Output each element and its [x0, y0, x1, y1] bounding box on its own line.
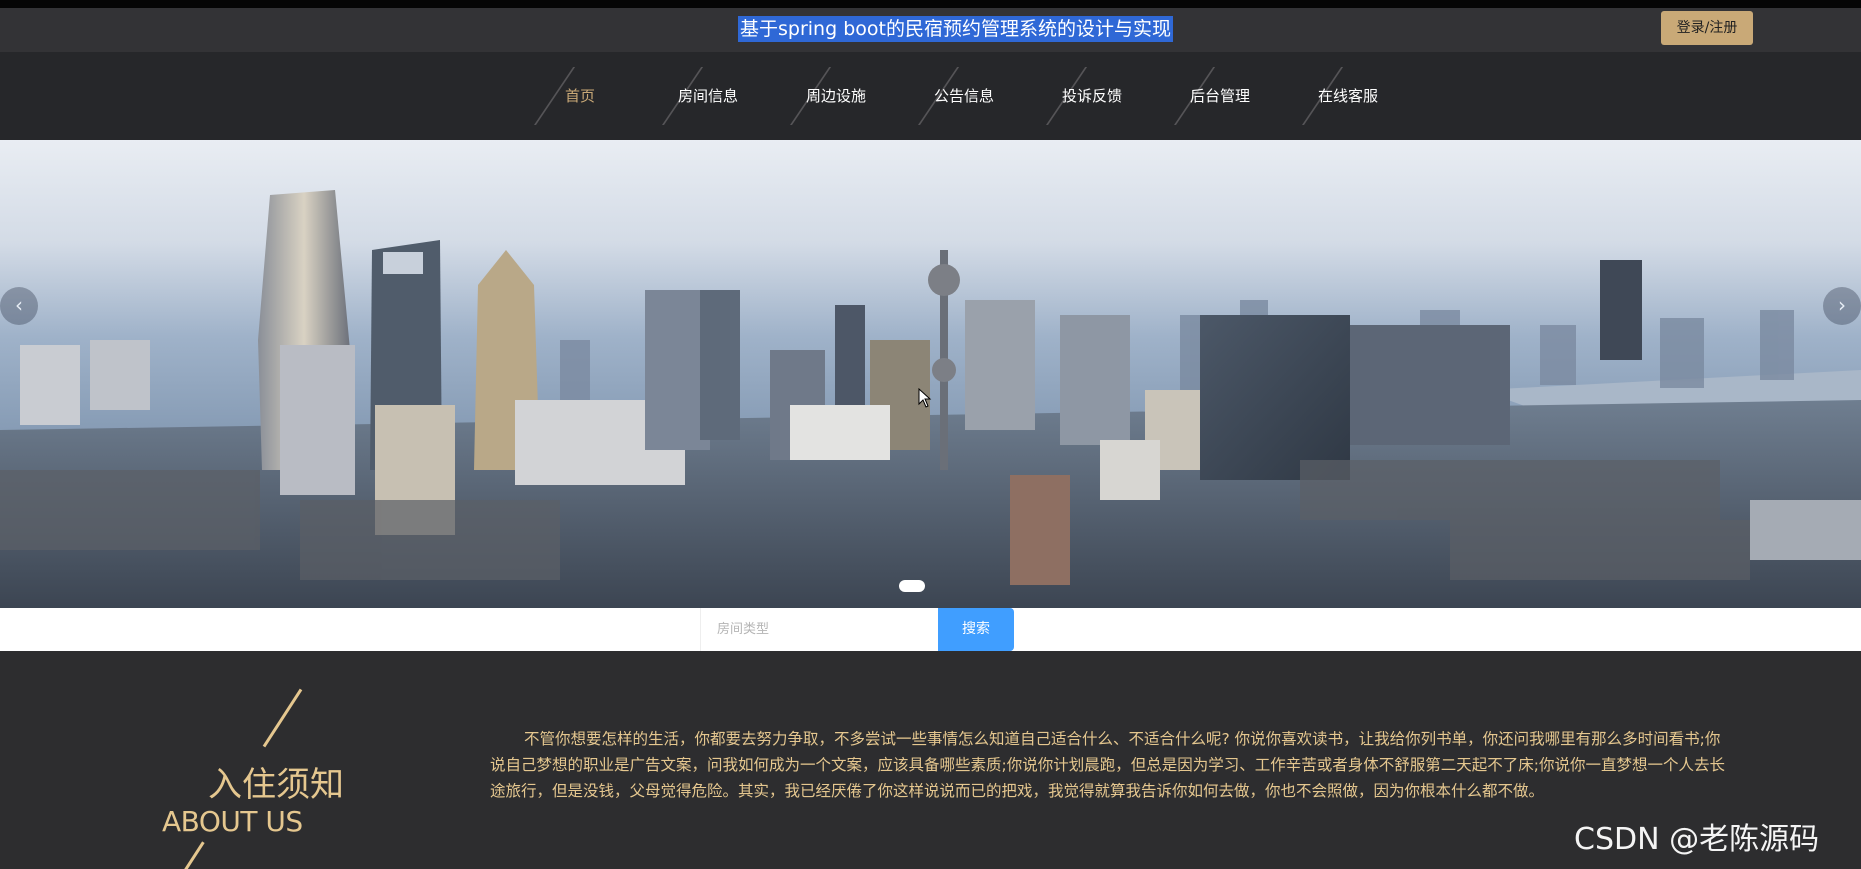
nav-label-rooms[interactable]: 房间信息 [658, 85, 758, 106]
nav-item-home[interactable]: 首页 [500, 52, 628, 140]
nav-label-complaints[interactable]: 投诉反馈 [1042, 85, 1142, 106]
main-nav: 首页 房间信息 周边设施 公告信息 投诉反馈 后台管理 在线客服 [0, 52, 1861, 140]
nav-label-admin[interactable]: 后台管理 [1170, 85, 1270, 106]
about-title: 入住须知 [208, 765, 344, 805]
room-type-search-input[interactable] [700, 608, 938, 651]
login-register-button[interactable]: 登录/注册 [1661, 11, 1753, 45]
about-subtitle: ABOUT US [162, 805, 303, 838]
chevron-left-icon: ‹ [15, 293, 23, 317]
nav-label-home[interactable]: 首页 [530, 85, 630, 106]
site-title: 基于spring boot的民宿预约管理系统的设计与实现 [738, 16, 1173, 42]
carousel-next-button[interactable]: › [1823, 287, 1861, 325]
top-strip [0, 0, 1861, 8]
nav-item-support[interactable]: 在线客服 [1268, 52, 1396, 140]
hero-carousel[interactable]: ‹ › [0, 140, 1861, 608]
chevron-right-icon: › [1838, 293, 1846, 317]
nav-item-rooms[interactable]: 房间信息 [628, 52, 756, 140]
watermark: CSDN @老陈源码 [1574, 822, 1820, 857]
decorative-slash [180, 841, 205, 869]
mouse-cursor-icon [918, 388, 932, 408]
title-bar: 基于spring boot的民宿预约管理系统的设计与实现 登录/注册 [0, 8, 1861, 52]
nav-item-facilities[interactable]: 周边设施 [756, 52, 884, 140]
nav-label-notices[interactable]: 公告信息 [914, 85, 1014, 106]
city-skyline-image [0, 140, 1861, 608]
nav-label-support[interactable]: 在线客服 [1298, 85, 1398, 106]
nav-label-facilities[interactable]: 周边设施 [786, 85, 886, 106]
search-button[interactable]: 搜索 [938, 608, 1014, 651]
carousel-prev-button[interactable]: ‹ [0, 287, 38, 325]
carousel-indicator-dot[interactable] [899, 580, 925, 592]
search-bar: 搜索 [0, 608, 1861, 651]
decorative-slash [262, 688, 303, 748]
nav-item-notices[interactable]: 公告信息 [884, 52, 1012, 140]
about-text: 不管你想要怎样的生活，你都要去努力争取，不多尝试一些事情怎么知道自己适合什么、不… [490, 730, 1725, 800]
nav-item-complaints[interactable]: 投诉反馈 [1012, 52, 1140, 140]
nav-item-admin[interactable]: 后台管理 [1140, 52, 1268, 140]
about-section: 入住须知 ABOUT US 不管你想要怎样的生活，你都要去努力争取，不多尝试一些… [0, 651, 1861, 869]
